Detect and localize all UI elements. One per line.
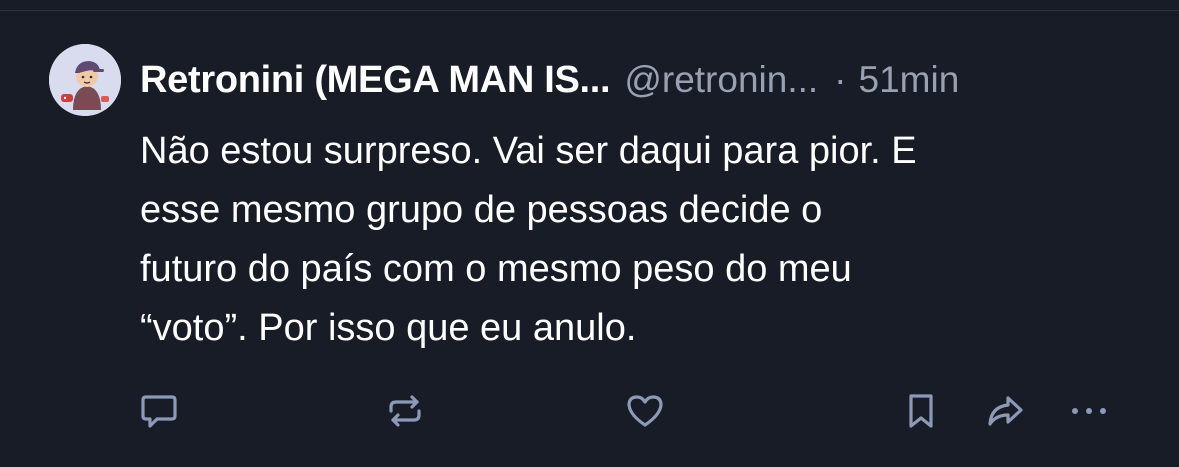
heart-icon xyxy=(627,395,663,427)
share-button[interactable] xyxy=(982,388,1028,434)
bookmark-button[interactable] xyxy=(898,388,944,434)
repost-arrows-icon xyxy=(389,395,421,427)
more-options-button[interactable] xyxy=(1066,388,1112,434)
post-header: Retronini (MEGA MAN IS... @retronin... ·… xyxy=(140,52,959,108)
reply-button[interactable] xyxy=(136,388,182,434)
repost-button[interactable] xyxy=(382,388,428,434)
post-text-line: “voto”. Por isso que eu anulo. xyxy=(140,307,637,349)
top-divider xyxy=(0,10,1179,11)
bookmark-icon xyxy=(909,394,933,428)
avatar[interactable] xyxy=(49,44,121,116)
like-button[interactable] xyxy=(622,388,668,434)
author-handle[interactable]: @retronin... xyxy=(624,59,818,101)
post-text-line: futuro do país com o mesmo peso do meu xyxy=(140,248,852,290)
ellipsis-icon xyxy=(1072,408,1106,414)
share-arrow-icon xyxy=(988,396,1023,426)
post-text-line: Não estou surpreso. Vai ser daqui para p… xyxy=(140,130,917,172)
speech-bubble-icon xyxy=(141,395,177,428)
post-timestamp[interactable]: 51min xyxy=(859,59,960,101)
avatar-illustration xyxy=(49,44,121,116)
post-text: Não estou surpreso. Vai ser daqui para p… xyxy=(140,122,1150,358)
post-text-line: esse mesmo grupo de pessoas decide o xyxy=(140,189,823,231)
header-separator: · xyxy=(834,59,847,100)
author-display-name[interactable]: Retronini (MEGA MAN IS... xyxy=(140,59,611,102)
